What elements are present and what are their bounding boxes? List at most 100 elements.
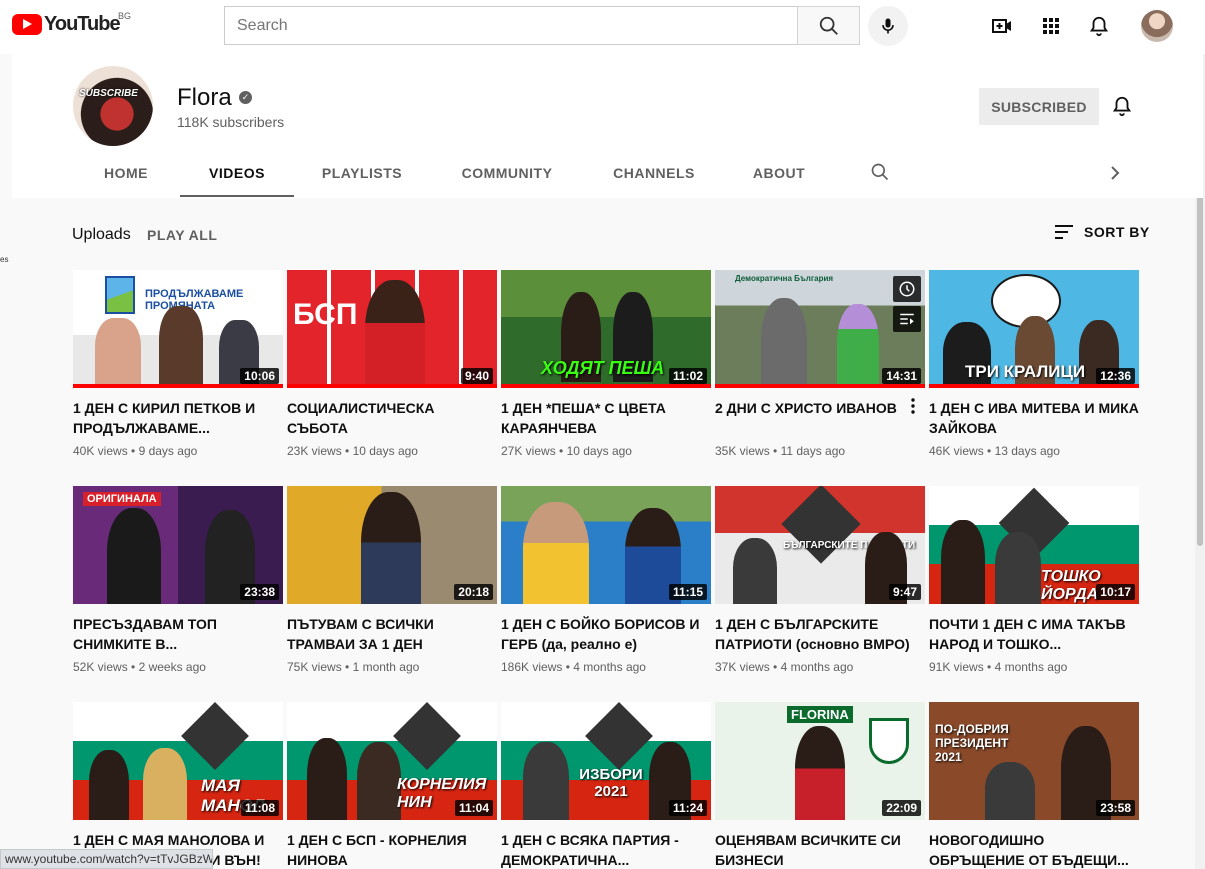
account-avatar[interactable]	[1141, 10, 1173, 42]
video-title[interactable]: 2 ДНИ С ХРИСТО ИВАНОВ	[715, 398, 925, 438]
video-meta: 52K views • 2 weeks ago	[73, 660, 206, 674]
video-thumbnail[interactable]: 11:15	[501, 486, 711, 604]
video-card[interactable]: ХОДЯТ ПЕША 11:02 1 ДЕН *ПЕША* С ЦВЕТА КА…	[501, 270, 711, 458]
video-duration: 11:15	[668, 584, 707, 600]
video-card[interactable]: ПРОДЪЛЖАВАМЕ ПРОМЯНАТА 10:06 1 ДЕН С КИР…	[73, 270, 283, 458]
video-card[interactable]: 11:15 1 ДЕН С БОЙКО БОРИСОВ И ГЕРБ (да, …	[501, 486, 711, 674]
video-card[interactable]: МАЯ МАНОЛ 11:08 1 ДЕН С МАЯ МАНОЛОВА И И…	[73, 702, 283, 869]
queue-icon	[900, 313, 914, 325]
video-thumbnail[interactable]: БЪЛГАРСКИТЕ ПАТРИОТИ 9:47	[715, 486, 925, 604]
play-all-button[interactable]: PLAY ALL	[147, 227, 217, 243]
video-card[interactable]: ТРИ КРАЛИЦИ 12:36 1 ДЕН С ИВА МИТЕВА И М…	[929, 270, 1139, 458]
video-meta: 75K views • 1 month ago	[287, 660, 420, 674]
apps-button[interactable]	[1038, 13, 1064, 39]
thumb-text: ПО-ДОБРИЯ ПРЕЗИДЕНТ 2021	[935, 722, 1009, 764]
tab-about[interactable]: ABOUT	[742, 150, 816, 196]
video-title[interactable]: НОВОГОДИШНО ОБРЪЩЕНИЕ ОТ БЪДЕЩИ...	[929, 830, 1139, 869]
tab-home[interactable]: HOME	[88, 150, 164, 196]
upload-age: 1 month ago	[352, 660, 420, 674]
video-duration: 11:04	[454, 800, 493, 816]
subscribed-button[interactable]: SUBSCRIBED	[979, 88, 1099, 125]
tab-community[interactable]: COMMUNITY	[448, 150, 566, 196]
tabs-scroll-right-button[interactable]	[1109, 163, 1121, 188]
video-card[interactable]: ТОШКО ЙОРДА 10:17 ПОЧТИ 1 ДЕН С ИМА ТАКЪ…	[929, 486, 1139, 674]
tab-channels[interactable]: CHANNELS	[600, 150, 708, 196]
video-card[interactable]: ИЗБОРИ 2021 11:24 1 ДЕН С ВСЯКА ПАРТИЯ -…	[501, 702, 711, 869]
person-shape	[733, 538, 777, 604]
video-duration: 11:02	[668, 368, 707, 384]
person-shape	[365, 280, 425, 388]
video-meta: 186K views • 4 months ago	[501, 660, 646, 674]
tab-videos[interactable]: VIDEOS	[180, 150, 294, 197]
video-title[interactable]: 1 ДЕН *ПЕША* С ЦВЕТА КАРАЯНЧЕВА	[501, 398, 711, 438]
view-count: 23K views	[287, 444, 342, 458]
video-thumbnail[interactable]: Демократична България 14:31	[715, 270, 925, 388]
channel-avatar: SUBSCRIBE	[73, 66, 153, 146]
youtube-logo[interactable]: YouTube BG	[12, 11, 131, 36]
video-card[interactable]: БЪЛГАРСКИТЕ ПАТРИОТИ 9:47 1 ДЕН С БЪЛГАР…	[715, 486, 925, 674]
video-thumbnail[interactable]: ПО-ДОБРИЯ ПРЕЗИДЕНТ 2021 23:58	[929, 702, 1139, 820]
person-shape	[159, 306, 203, 388]
video-card[interactable]: FLORINA 22:09 ОЦЕНЯВАМ ВСИЧКИТЕ СИ БИЗНЕ…	[715, 702, 925, 869]
video-title[interactable]: 1 ДЕН С КИРИЛ ПЕТКОВ И ПРОДЪЛЖАВАМЕ...	[73, 398, 283, 438]
video-card[interactable]: ПО-ДОБРИЯ ПРЕЗИДЕНТ 2021 23:58 НОВОГОДИШ…	[929, 702, 1139, 869]
video-thumbnail[interactable]: ОРИГИНАЛА 23:38	[73, 486, 283, 604]
video-thumbnail[interactable]: ХОДЯТ ПЕША 11:02	[501, 270, 711, 388]
video-title[interactable]: 1 ДЕН С БЪЛГАРСКИТЕ ПАТРИОТИ (основно ВМ…	[715, 614, 925, 654]
sort-by-button[interactable]: SORT BY	[1054, 224, 1150, 240]
video-title[interactable]: 1 ДЕН С БОЙКО БОРИСОВ И ГЕРБ (да, реално…	[501, 614, 711, 654]
club-logo-icon	[869, 718, 909, 764]
video-duration: 23:38	[240, 584, 279, 600]
video-thumbnail[interactable]: КОРНЕЛИЯ НИН 11:04	[287, 702, 497, 820]
person-shape	[523, 742, 569, 820]
thumb-text: ИЗБОРИ 2021	[579, 766, 643, 800]
upload-age: 11 days ago	[780, 444, 846, 458]
channel-notification-bell[interactable]	[1111, 94, 1135, 118]
video-title[interactable]: ПОЧТИ 1 ДЕН С ИМА ТАКЪВ НАРОД И ТОШКО...	[929, 614, 1139, 654]
video-title[interactable]: 1 ДЕН С ВСЯКА ПАРТИЯ - ДЕМОКРАТИЧНА...	[501, 830, 711, 869]
notifications-button[interactable]	[1086, 13, 1112, 39]
video-title[interactable]: 1 ДЕН С ИВА МИТЕВА И МИКА ЗАЙКОВА	[929, 398, 1139, 438]
tab-playlists[interactable]: PLAYLISTS	[310, 150, 414, 196]
video-thumbnail[interactable]: ИЗБОРИ 2021 11:24	[501, 702, 711, 820]
add-to-queue-button[interactable]	[893, 306, 921, 332]
video-card[interactable]: БСП 9:40 СОЦИАЛИСТИЧЕСКА СЪБОТА 23K view…	[287, 270, 497, 458]
video-title[interactable]: ПРЕСЪЗДАВАМ ТОП СНИМКИТЕ В...	[73, 614, 283, 654]
sort-by-label: SORT BY	[1084, 224, 1150, 240]
search-input[interactable]	[224, 6, 798, 45]
video-action-menu[interactable]	[911, 398, 915, 419]
channel-search-button[interactable]	[870, 162, 890, 187]
edge-fragment: es	[0, 255, 9, 264]
create-video-button[interactable]	[989, 13, 1015, 39]
bell-icon	[1089, 16, 1109, 37]
video-thumbnail[interactable]: 20:18	[287, 486, 497, 604]
create-video-icon	[992, 19, 1011, 33]
video-meta: 91K views • 4 months ago	[929, 660, 1068, 674]
video-card[interactable]: 20:18 ПЪТУВАМ С ВСИЧКИ ТРАМВАИ ЗА 1 ДЕН …	[287, 486, 497, 674]
video-card[interactable]: Демократична България 14:31 2 ДНИ С ХРИС…	[715, 270, 925, 458]
masthead: YouTube BG	[0, 0, 1205, 54]
person-shape	[761, 298, 807, 388]
watch-later-button[interactable]	[893, 276, 921, 302]
search-button[interactable]	[797, 6, 860, 45]
video-card[interactable]: КОРНЕЛИЯ НИН 11:04 1 ДЕН С БСП - КОРНЕЛИ…	[287, 702, 497, 869]
video-title[interactable]: 1 ДЕН С БСП - КОРНЕЛИЯ НИНОВА	[287, 830, 497, 869]
video-duration: 14:31	[882, 368, 921, 384]
video-thumbnail[interactable]: ПРОДЪЛЖАВАМЕ ПРОМЯНАТА 10:06	[73, 270, 283, 388]
voice-search-button[interactable]	[868, 6, 908, 46]
video-thumbnail[interactable]: ТРИ КРАЛИЦИ 12:36	[929, 270, 1139, 388]
video-thumbnail[interactable]: МАЯ МАНОЛ 11:08	[73, 702, 283, 820]
person-shape	[357, 742, 401, 820]
video-thumbnail[interactable]: ТОШКО ЙОРДА 10:17	[929, 486, 1139, 604]
apps-grid-icon	[1043, 18, 1059, 34]
video-thumbnail[interactable]: FLORINA 22:09	[715, 702, 925, 820]
upload-age: 4 months ago	[573, 660, 646, 674]
video-card[interactable]: ОРИГИНАЛА 23:38 ПРЕСЪЗДАВАМ ТОП СНИМКИТЕ…	[73, 486, 283, 674]
video-thumbnail[interactable]: БСП 9:40	[287, 270, 497, 388]
video-title[interactable]: СОЦИАЛИСТИЧЕСКА СЪБОТА	[287, 398, 497, 438]
video-duration: 10:06	[240, 368, 279, 384]
video-title[interactable]: ПЪТУВАМ С ВСИЧКИ ТРАМВАИ ЗА 1 ДЕН	[287, 614, 497, 654]
country-code: BG	[118, 11, 132, 21]
uploads-title: Uploads	[72, 226, 131, 243]
video-title[interactable]: ОЦЕНЯВАМ ВСИЧКИТЕ СИ БИЗНЕСИ	[715, 830, 925, 869]
